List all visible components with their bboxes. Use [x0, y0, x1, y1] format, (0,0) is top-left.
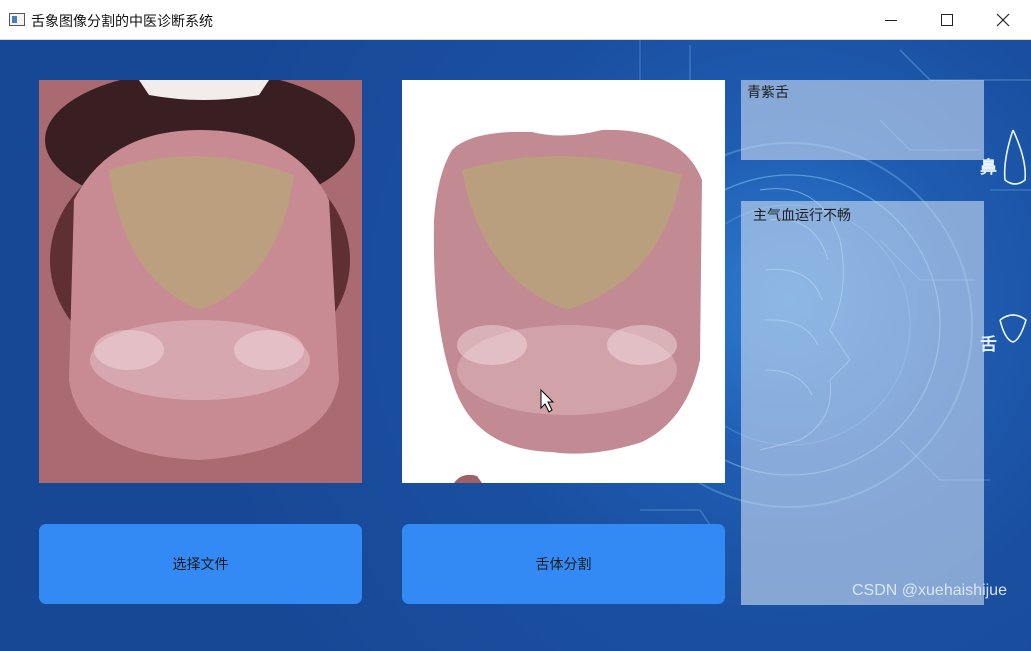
watermark: CSDN @xuehaishijue — [852, 582, 1007, 599]
tongue-label: 舌 — [980, 335, 997, 355]
segmented-image-panel — [402, 80, 725, 483]
maximize-button[interactable] — [919, 0, 975, 40]
close-button[interactable] — [975, 0, 1031, 40]
maximize-icon — [941, 14, 953, 26]
original-tongue-photo — [39, 80, 362, 483]
minimize-button[interactable] — [863, 0, 919, 40]
window-title: 舌象图像分割的中医诊断系统 — [31, 14, 213, 30]
main-window-client: 选择文件 舌体分割 青紫舌 主气血运行不畅 鼻 舌 CSDN @xuehaish… — [0, 40, 1031, 651]
close-icon — [996, 13, 1010, 27]
segmented-tongue-photo — [402, 80, 725, 483]
select-file-button[interactable]: 选择文件 — [39, 524, 362, 604]
app-window-icon — [9, 13, 25, 26]
minimize-icon — [885, 20, 897, 21]
diagnosis-result: 主气血运行不畅 — [741, 201, 984, 605]
segment-tongue-button[interactable]: 舌体分割 — [402, 524, 725, 604]
original-image-panel — [39, 80, 362, 483]
nose-label: 鼻 — [980, 158, 997, 178]
title-bar: 舌象图像分割的中医诊断系统 — [0, 0, 1031, 40]
tongue-type-result: 青紫舌 — [741, 80, 984, 160]
